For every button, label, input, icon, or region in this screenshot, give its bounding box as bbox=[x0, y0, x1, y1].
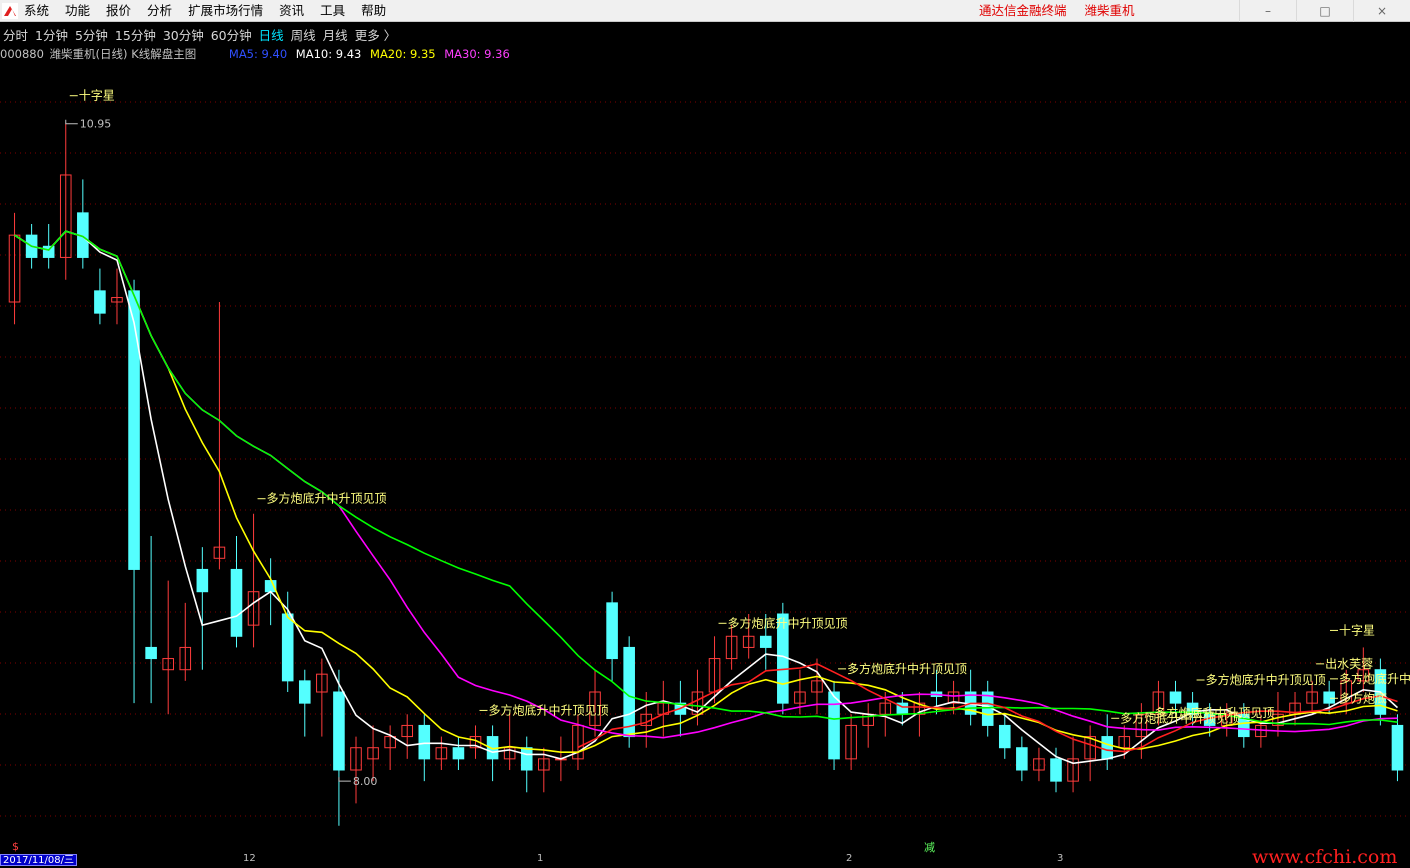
reduce-marker: 减 bbox=[924, 841, 935, 854]
period-tab-3[interactable]: 15分钟 bbox=[115, 25, 156, 44]
ma20-value: MA20: 9.35 bbox=[370, 47, 436, 61]
menu-item-2[interactable]: 报价 bbox=[106, 0, 131, 22]
menu-item-6[interactable]: 工具 bbox=[320, 0, 345, 22]
ma10-value: MA10: 9.43 bbox=[295, 47, 362, 61]
period-toolbar: 分时 1分钟 5分钟 15分钟 30分钟 60分钟 日线 周线 月线 更多 〉 bbox=[0, 22, 1410, 46]
candle-down[interactable] bbox=[42, 245, 55, 258]
axis-tick: 3 bbox=[1057, 853, 1064, 864]
axis-tick: 1 bbox=[537, 853, 544, 864]
chart-title: 潍柴重机(日线) K线解盘主图 bbox=[49, 47, 197, 61]
menu-item-3[interactable]: 分析 bbox=[147, 0, 172, 22]
candle-down[interactable] bbox=[145, 646, 157, 660]
annotation-label: 多方炮底升中升顶见顶 bbox=[489, 702, 609, 717]
candle-down[interactable] bbox=[281, 613, 294, 682]
period-tab-5[interactable]: 60分钟 bbox=[211, 25, 252, 44]
menu-item-1[interactable]: 功能 bbox=[65, 0, 90, 22]
date-axis bbox=[0, 854, 1410, 866]
brand-app-name: 通达信金融终端 bbox=[979, 3, 1067, 18]
annotation-label: 多方炮底升中升顶见顶 bbox=[267, 491, 387, 506]
period-tab-8[interactable]: 月线 bbox=[323, 25, 348, 44]
ma30-value: MA30: 9.36 bbox=[444, 47, 510, 61]
menu-item-4[interactable]: 扩展市场行情 bbox=[188, 0, 263, 22]
stock-code: 000880 bbox=[0, 47, 44, 61]
low-price-label: 8.00 bbox=[353, 775, 378, 788]
candle-down[interactable] bbox=[94, 290, 106, 314]
ma10-line bbox=[14, 230, 1398, 754]
axis-tick: 2 bbox=[846, 853, 853, 864]
candle-down[interactable] bbox=[1101, 736, 1114, 760]
candle-down[interactable] bbox=[998, 724, 1011, 749]
menu-bar: 系统 功能 报价 分析 扩展市场行情 资讯 工具 帮助 通达信金融终端 潍柴重机 – □ × bbox=[0, 0, 1410, 22]
candle-down[interactable] bbox=[1050, 758, 1062, 782]
menu-item-5[interactable]: 资讯 bbox=[279, 0, 304, 22]
annotation-label: 多方炮底升中升顶见顶 bbox=[1339, 671, 1410, 686]
annotation-label: 出水芙蓉 bbox=[1325, 657, 1373, 671]
annotation-label: 多方炮底升中升顶见顶 bbox=[1154, 705, 1274, 720]
candle-down[interactable] bbox=[1016, 747, 1028, 771]
ma5-line bbox=[14, 230, 1399, 765]
low-marker bbox=[338, 777, 351, 782]
annotation-label: 多方炮底升中升顶见顶 bbox=[847, 661, 967, 676]
brand-stock-name: 潍柴重机 bbox=[1084, 3, 1135, 18]
candle-down[interactable] bbox=[606, 602, 618, 660]
annotation-label: 十字星 bbox=[79, 88, 115, 103]
indicator-info-bar: 000880 潍柴重机(日线) K线解盘主图 MA5: 9.40 MA10: 9… bbox=[0, 46, 1410, 62]
candle-down[interactable] bbox=[230, 568, 243, 637]
menu-item-0[interactable]: 系统 bbox=[24, 0, 49, 22]
period-tab-4[interactable]: 30分钟 bbox=[163, 25, 204, 44]
menu-item-7[interactable]: 帮助 bbox=[361, 0, 386, 22]
watermark: www.cfchi.com bbox=[1252, 846, 1398, 868]
candle-down[interactable] bbox=[1169, 691, 1182, 704]
candle-down[interactable] bbox=[418, 724, 431, 760]
high-price-label: 10.95 bbox=[80, 118, 112, 131]
kline-chart[interactable]: 10.958.00十字星多方炮底升中升顶见顶多方炮底升中升顶见顶多方炮底升中升顶… bbox=[0, 62, 1410, 854]
dollar-marker: $ bbox=[12, 840, 19, 853]
ma5-value: MA5: 9.40 bbox=[228, 47, 288, 61]
candle-down[interactable] bbox=[298, 680, 311, 704]
period-tab-7[interactable]: 周线 bbox=[291, 25, 316, 44]
annotation-label: 多方炮底 bbox=[1339, 690, 1387, 705]
current-date-label: 2017/11/08/三 bbox=[0, 854, 78, 866]
candle-down[interactable] bbox=[520, 747, 533, 771]
annotation-label: 十字星 bbox=[1339, 622, 1375, 637]
candle-down[interactable] bbox=[196, 568, 209, 593]
candle-down[interactable] bbox=[1391, 724, 1404, 771]
window-controls: – □ × bbox=[1239, 0, 1410, 22]
annotation-label: 多方炮底升中升顶见顶 bbox=[728, 615, 848, 630]
annotation-label: 多方炮底升中升顶见顶 bbox=[1206, 672, 1326, 687]
maximize-icon[interactable]: □ bbox=[1296, 0, 1353, 22]
ma20-line bbox=[14, 230, 1398, 739]
close-icon[interactable]: × bbox=[1353, 0, 1410, 22]
period-tab-6[interactable]: 日线 bbox=[259, 25, 284, 44]
high-marker bbox=[65, 119, 78, 125]
period-tab-1[interactable]: 1分钟 bbox=[35, 25, 68, 44]
period-tab-0[interactable]: 分时 bbox=[3, 25, 28, 44]
app-logo-icon bbox=[2, 3, 18, 19]
period-tab-2[interactable]: 5分钟 bbox=[75, 25, 108, 44]
candle-down[interactable] bbox=[828, 691, 840, 760]
candle-down[interactable] bbox=[759, 635, 772, 648]
axis-tick: 12 bbox=[243, 853, 256, 864]
minimize-icon[interactable]: – bbox=[1239, 0, 1296, 22]
candle-down[interactable] bbox=[333, 691, 345, 771]
brand: 通达信金融终端 潍柴重机 bbox=[979, 0, 1135, 22]
candle-down[interactable] bbox=[128, 290, 140, 570]
period-tab-9[interactable]: 更多 〉 bbox=[355, 25, 396, 44]
menu-items: 系统 功能 报价 分析 扩展市场行情 资讯 工具 帮助 bbox=[24, 0, 402, 22]
candle-down[interactable] bbox=[1323, 691, 1335, 704]
candle-down[interactable] bbox=[452, 747, 465, 760]
